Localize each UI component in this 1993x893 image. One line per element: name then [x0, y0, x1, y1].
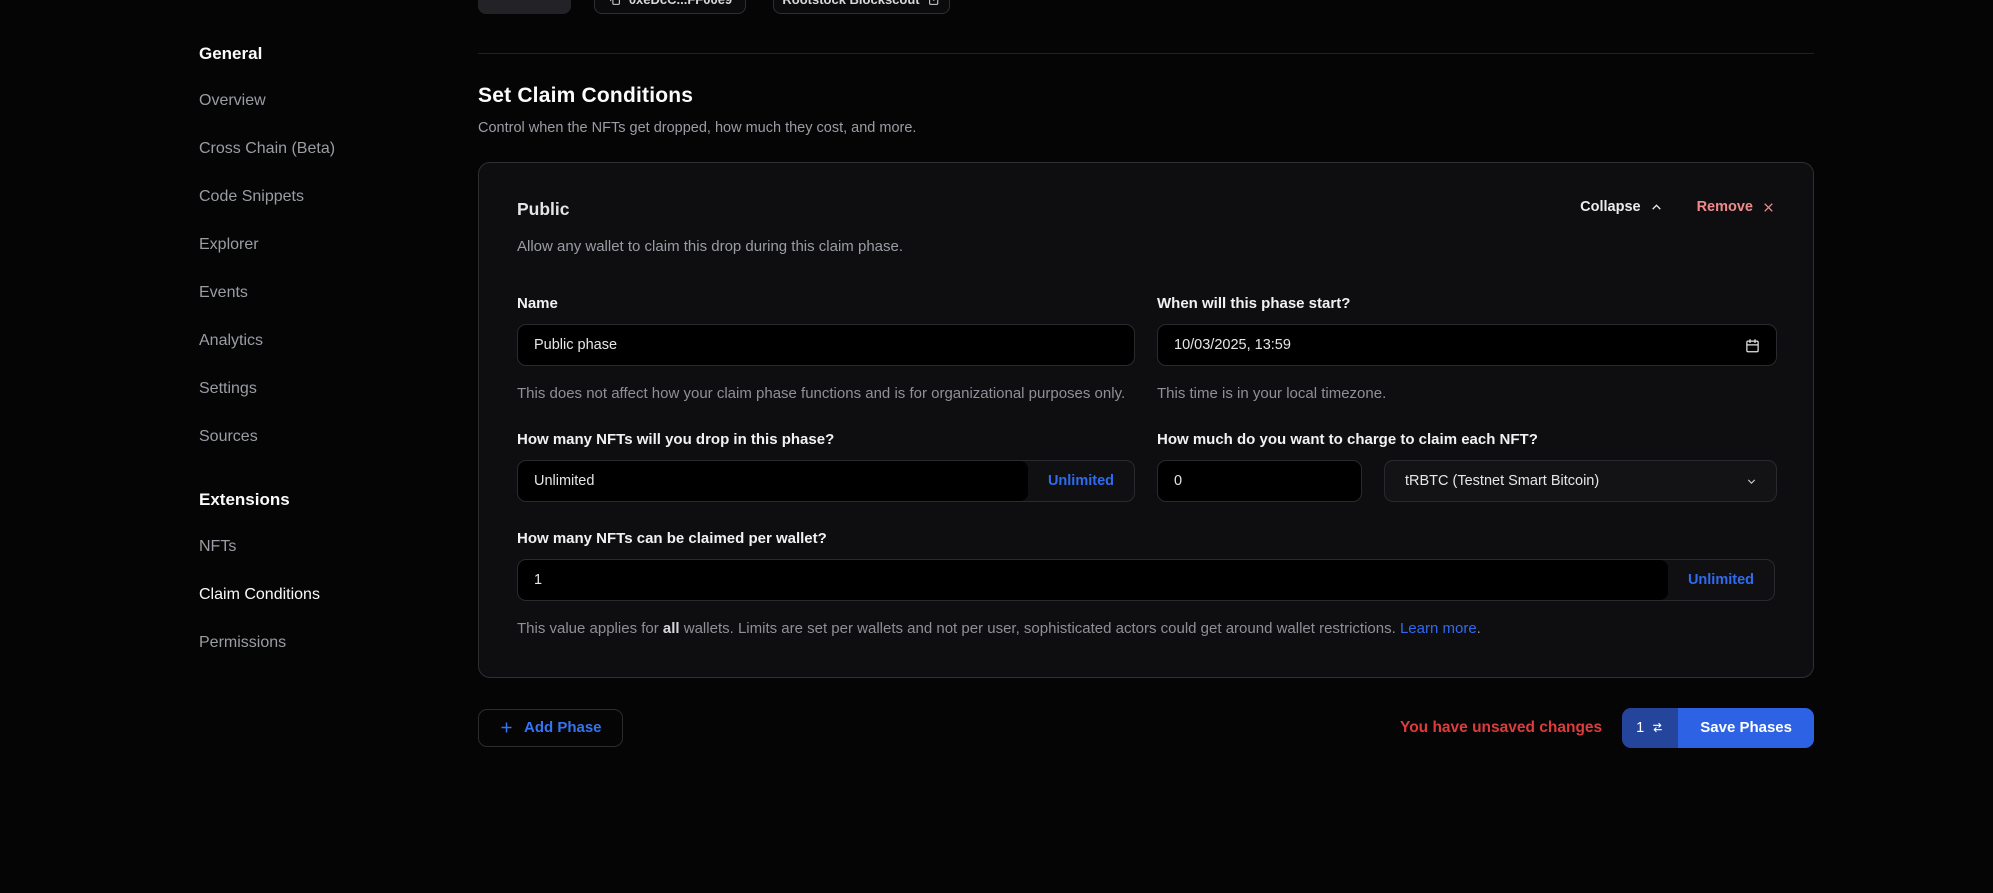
phase-title: Public [517, 199, 570, 220]
sidebar-item-events[interactable]: Events [199, 284, 449, 302]
supply-label: How many NFTs will you drop in this phas… [517, 431, 1135, 448]
phase-description: Allow any wallet to claim this drop duri… [517, 238, 1775, 255]
phases-footer: Add Phase You have unsaved changes 1 Sav… [478, 708, 1814, 748]
collapse-button[interactable]: Collapse [1580, 199, 1662, 215]
supply-field-group: How many NFTs will you drop in this phas… [517, 431, 1135, 502]
sidebar-item-sources[interactable]: Sources [199, 428, 449, 446]
save-cluster: 1 Save Phases [1622, 708, 1814, 748]
close-icon [1762, 201, 1775, 214]
chevron-down-icon [1745, 475, 1758, 488]
phase-name-input[interactable] [517, 324, 1135, 366]
per-wallet-helper-text: This value applies for all wallets. Limi… [517, 617, 1775, 640]
copy-icon [608, 0, 621, 6]
sidebar-section-title: Extensions [199, 490, 449, 510]
external-link-icon [928, 0, 941, 6]
supply-input[interactable] [518, 461, 1028, 501]
save-phases-button[interactable]: Save Phases [1678, 708, 1814, 748]
sidebar: General Overview Cross Chain (Beta) Code… [199, 44, 449, 696]
unsaved-changes-text: You have unsaved changes [1400, 719, 1602, 737]
sidebar-item-nfts[interactable]: NFTs [199, 538, 449, 556]
per-wallet-field-group: How many NFTs can be claimed per wallet?… [517, 530, 1775, 640]
main-content: 0xeDcC...FF00e9 Rootstock Blockscout Set… [478, 0, 1814, 748]
start-label: When will this phase start? [1157, 295, 1777, 312]
per-wallet-unlimited-toggle[interactable]: Unlimited [1668, 560, 1774, 600]
start-helper-text: This time is in your local timezone. [1157, 382, 1777, 405]
chevron-up-icon [1650, 201, 1663, 214]
sidebar-item-settings[interactable]: Settings [199, 380, 449, 398]
name-label: Name [517, 295, 1135, 312]
start-date-input[interactable]: 10/03/2025, 13:59 [1157, 324, 1777, 366]
remove-label: Remove [1697, 199, 1753, 215]
pending-changes-counter[interactable]: 1 [1622, 708, 1678, 748]
sidebar-item-code-snippets[interactable]: Code Snippets [199, 188, 449, 206]
sidebar-section-general: General Overview Cross Chain (Beta) Code… [199, 44, 449, 446]
start-date-value: 10/03/2025, 13:59 [1174, 337, 1291, 353]
contract-address-label: 0xeDcC...FF00e9 [629, 0, 732, 7]
sidebar-item-cross-chain[interactable]: Cross Chain (Beta) [199, 140, 449, 158]
supply-input-group: Unlimited [517, 460, 1135, 502]
name-field-group: Name This does not affect how your claim… [517, 295, 1135, 405]
sidebar-section-title: General [199, 44, 449, 64]
currency-select[interactable]: tRBTC (Testnet Smart Bitcoin) [1384, 460, 1777, 502]
learn-more-link[interactable]: Learn more [1400, 620, 1477, 637]
header-divider [478, 53, 1814, 54]
add-phase-label: Add Phase [524, 719, 602, 736]
plus-icon [499, 720, 514, 735]
collapse-label: Collapse [1580, 199, 1640, 215]
calendar-icon[interactable] [1745, 338, 1760, 353]
sidebar-section-extensions: Extensions NFTs Claim Conditions Permiss… [199, 490, 449, 652]
per-wallet-input-group: Unlimited [517, 559, 1775, 601]
price-amount-input[interactable] [1157, 460, 1362, 502]
helper-prefix: This value applies for [517, 620, 663, 637]
add-phase-button[interactable]: Add Phase [478, 709, 623, 747]
contract-address-badge[interactable]: 0xeDcC...FF00e9 [594, 0, 746, 14]
phase-count: 1 [1636, 720, 1644, 736]
claim-phase-card: Public Collapse Remove [478, 162, 1814, 678]
price-field-group: How much do you want to charge to claim … [1157, 431, 1777, 502]
sidebar-item-analytics[interactable]: Analytics [199, 332, 449, 350]
currency-value: tRBTC (Testnet Smart Bitcoin) [1405, 473, 1599, 489]
price-label: How much do you want to charge to claim … [1157, 431, 1777, 448]
top-tab-button[interactable] [478, 0, 571, 14]
page-title: Set Claim Conditions [478, 84, 1814, 108]
supply-unlimited-toggle[interactable]: Unlimited [1028, 461, 1134, 501]
explorer-label: Rootstock Blockscout [782, 0, 919, 7]
claim-conditions-page: General Overview Cross Chain (Beta) Code… [0, 0, 1993, 893]
name-helper-text: This does not affect how your claim phas… [517, 382, 1135, 405]
sidebar-item-permissions[interactable]: Permissions [199, 634, 449, 652]
start-field-group: When will this phase start? 10/03/2025, … [1157, 295, 1777, 405]
sidebar-item-explorer[interactable]: Explorer [199, 236, 449, 254]
sidebar-item-overview[interactable]: Overview [199, 92, 449, 110]
helper-bold: all [663, 620, 680, 637]
block-explorer-badge[interactable]: Rootstock Blockscout [773, 0, 950, 14]
helper-mid: wallets. Limits are set per wallets and … [680, 620, 1400, 637]
per-wallet-label: How many NFTs can be claimed per wallet? [517, 530, 1775, 547]
sidebar-item-claim-conditions[interactable]: Claim Conditions [199, 586, 449, 604]
swap-arrows-icon [1651, 721, 1664, 734]
per-wallet-input[interactable] [518, 560, 1668, 600]
page-subtitle: Control when the NFTs get dropped, how m… [478, 120, 1814, 136]
helper-suffix: . [1477, 620, 1481, 637]
remove-phase-button[interactable]: Remove [1697, 199, 1775, 215]
